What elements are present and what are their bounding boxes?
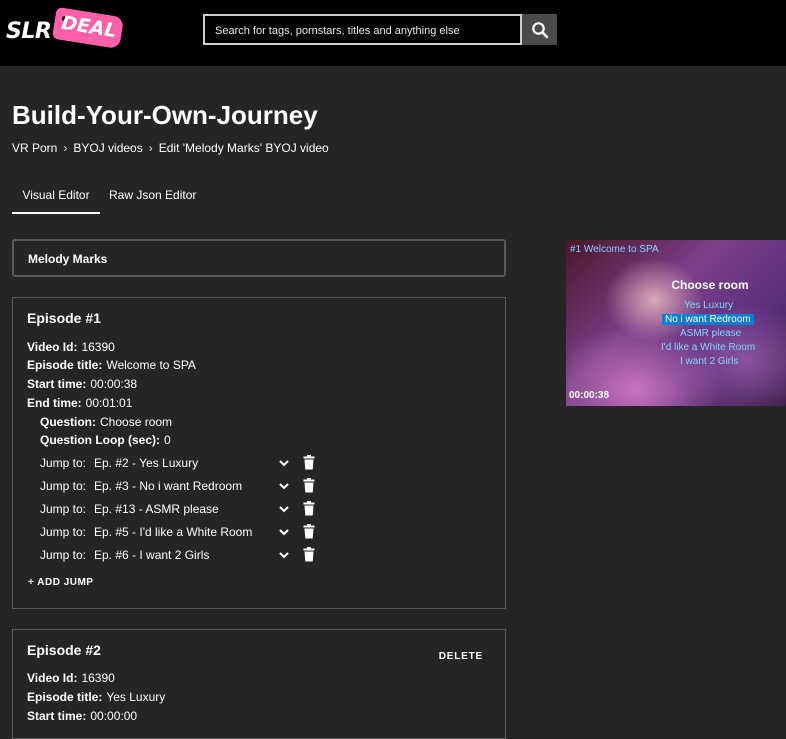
episode-card: Episode #1 Video Id: 16390 Episode title:… bbox=[12, 297, 506, 609]
video-id-label: Video Id: bbox=[27, 340, 78, 354]
episode-title: Episode #1 bbox=[27, 310, 101, 326]
preview-option[interactable]: I want 2 Girls bbox=[680, 356, 738, 367]
episode-card: Episode #2 DELETE Video Id: 16390 Episode… bbox=[12, 629, 506, 739]
preview-question: Choose room bbox=[671, 278, 749, 292]
search-box bbox=[203, 14, 522, 45]
preview-option[interactable]: I'd like a White Room bbox=[661, 342, 755, 353]
preview-timestamp: 00:00:38 bbox=[569, 390, 610, 401]
preview-option[interactable]: Yes Luxury bbox=[684, 300, 733, 311]
tab-visual-editor[interactable]: Visual Editor bbox=[12, 188, 100, 214]
trash-icon[interactable] bbox=[303, 547, 315, 562]
trash-icon[interactable] bbox=[303, 524, 315, 539]
search-button[interactable] bbox=[522, 14, 557, 45]
jump-row: Jump to: Ep. #2 - Yes Luxury bbox=[40, 455, 330, 474]
question-loop-label: Question Loop (sec): bbox=[40, 433, 160, 447]
chevron-down-icon[interactable] bbox=[278, 456, 290, 470]
tab-label: Visual Editor bbox=[22, 188, 90, 202]
jump-row: Jump to: Ep. #6 - I want 2 Girls bbox=[40, 547, 330, 566]
breadcrumb-byoj-videos[interactable]: BYOJ videos bbox=[73, 141, 142, 155]
chevron-down-icon[interactable] bbox=[278, 502, 290, 516]
video-id-label: Video Id: bbox=[27, 671, 78, 685]
start-time-value: 00:00:38 bbox=[90, 377, 138, 391]
tab-label: Raw Json Editor bbox=[109, 188, 197, 202]
jump-target-select[interactable]: Ep. #6 - I want 2 Girls bbox=[94, 548, 209, 562]
chevron-down-icon[interactable] bbox=[278, 525, 290, 539]
episode-title-value: Welcome to SPA bbox=[106, 358, 196, 372]
delete-episode-button[interactable]: DELETE bbox=[439, 651, 483, 662]
breadcrumb-separator: › bbox=[148, 141, 153, 155]
start-time-row: Start time: 00:00:00 bbox=[27, 709, 137, 723]
add-jump-button[interactable]: + ADD JUMP bbox=[28, 577, 93, 588]
jump-row: Jump to: Ep. #3 - No i want Redroom bbox=[40, 478, 330, 497]
trash-icon[interactable] bbox=[303, 501, 315, 516]
jump-label: Jump to: bbox=[40, 456, 87, 470]
preview-option[interactable]: ASMR please bbox=[680, 328, 741, 339]
jump-target-select[interactable]: Ep. #5 - I'd like a White Room bbox=[94, 525, 252, 539]
trash-icon[interactable] bbox=[303, 455, 315, 470]
jump-label: Jump to: bbox=[40, 502, 87, 516]
episode-title-value: Yes Luxury bbox=[106, 690, 166, 704]
performer-name-field[interactable]: Melody Marks bbox=[12, 239, 506, 277]
preview-episode-title: #1 Welcome to SPA bbox=[570, 244, 659, 255]
trash-icon[interactable] bbox=[303, 478, 315, 493]
question-loop-row: Question Loop (sec): 0 bbox=[40, 433, 171, 447]
end-time-value: 00:01:01 bbox=[85, 396, 133, 410]
jump-label: Jump to: bbox=[40, 548, 87, 562]
episode-title-row: Episode title: Yes Luxury bbox=[27, 690, 165, 704]
video-id-row: Video Id: 16390 bbox=[27, 340, 115, 354]
jump-label: Jump to: bbox=[40, 525, 87, 539]
question-loop-value: 0 bbox=[164, 433, 171, 447]
start-time-label: Start time: bbox=[27, 709, 87, 723]
question-row: Question: Choose room bbox=[40, 415, 172, 429]
breadcrumb: VR Porn › BYOJ videos › Edit 'Melody Marks' … bbox=[12, 141, 329, 155]
end-time-row: End time: 00:01:01 bbox=[27, 396, 132, 410]
breadcrumb-separator: › bbox=[63, 141, 68, 155]
video-preview[interactable]: #1 Welcome to SPA Choose room Yes Luxury… bbox=[566, 240, 786, 406]
jump-row: Jump to: Ep. #13 - ASMR please bbox=[40, 501, 330, 520]
episode-title-label: Episode title: bbox=[27, 358, 103, 372]
start-time-value: 00:00:00 bbox=[90, 709, 138, 723]
start-time-row: Start time: 00:00:38 bbox=[27, 377, 137, 391]
start-time-label: Start time: bbox=[27, 377, 87, 391]
page-title: Build-Your-Own-Journey bbox=[12, 100, 318, 130]
tab-raw-json-editor[interactable]: Raw Json Editor bbox=[109, 188, 196, 212]
jump-row: Jump to: Ep. #5 - I'd like a White Room bbox=[40, 524, 330, 543]
video-id-value: 16390 bbox=[81, 671, 115, 685]
question-label: Question: bbox=[40, 415, 96, 429]
chevron-down-icon[interactable] bbox=[278, 479, 290, 493]
video-id-row: Video Id: 16390 bbox=[27, 671, 115, 685]
jump-label: Jump to: bbox=[40, 479, 87, 493]
logo-slr-text: SLR bbox=[6, 19, 52, 44]
jump-target-select[interactable]: Ep. #3 - No i want Redroom bbox=[94, 479, 242, 493]
search-icon bbox=[531, 21, 548, 38]
episode-title-label: Episode title: bbox=[27, 690, 103, 704]
jump-target-select[interactable]: Ep. #13 - ASMR please bbox=[94, 502, 219, 516]
search-input[interactable] bbox=[213, 16, 517, 45]
end-time-label: End time: bbox=[27, 396, 82, 410]
top-bar: SLR DEAL bbox=[0, 0, 786, 66]
slr-deal-logo[interactable]: SLR DEAL bbox=[6, 6, 126, 50]
preview-option-selected[interactable]: No i want Redroom bbox=[662, 314, 754, 325]
chevron-down-icon[interactable] bbox=[278, 548, 290, 562]
breadcrumb-vr-porn[interactable]: VR Porn bbox=[12, 141, 57, 155]
jump-target-select[interactable]: Ep. #2 - Yes Luxury bbox=[94, 456, 198, 470]
breadcrumb-current: Edit 'Melody Marks' BYOJ video bbox=[158, 141, 329, 155]
video-id-value: 16390 bbox=[81, 340, 115, 354]
question-value: Choose room bbox=[100, 415, 173, 429]
episode-title-row: Episode title: Welcome to SPA bbox=[27, 358, 196, 372]
episode-title: Episode #2 bbox=[27, 642, 101, 658]
